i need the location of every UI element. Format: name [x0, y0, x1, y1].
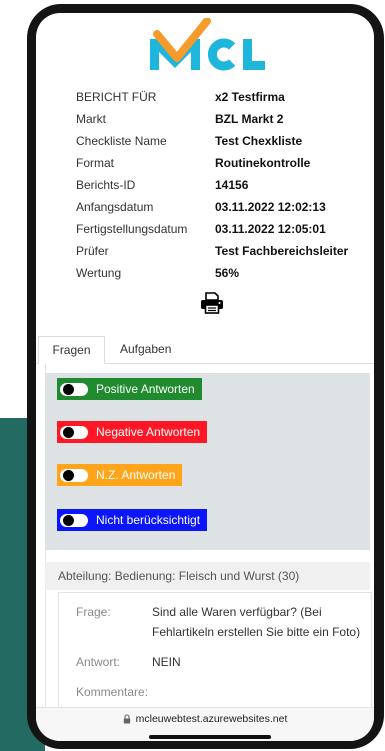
- report-row-bericht-fuer: BERICHT FÜR x2 Testfirma: [76, 86, 366, 108]
- mcl-logo: [150, 18, 265, 71]
- report-label: Fertigstellungsdatum: [76, 222, 188, 236]
- report-value: 56%: [215, 266, 240, 280]
- answer-label: Antwort:: [76, 655, 121, 669]
- report-value: Routinekontrolle: [215, 156, 311, 170]
- lock-icon: [123, 714, 130, 724]
- question-text: Sind alle Waren verfügbar? (Bei Fehlarti…: [152, 605, 361, 639]
- report-label: BERICHT FÜR: [76, 90, 157, 104]
- toggle-knob: [63, 383, 74, 395]
- filter-nicht-beruecksichtigt[interactable]: Nicht berücksichtigt: [57, 509, 208, 531]
- report-value: 03.11.2022 12:02:13: [215, 200, 326, 214]
- filter-negative-antworten[interactable]: Negative Antworten: [57, 421, 208, 443]
- toggle-knob: [63, 426, 74, 438]
- report-label: Format: [76, 156, 115, 170]
- report-value: Test Fachbereichsleiter: [215, 244, 349, 258]
- answer-value: NEIN: [152, 655, 181, 669]
- report-value: x2 Testfirma: [215, 90, 285, 104]
- report-label: Berichts-ID: [76, 178, 136, 192]
- report-value: Test Chexkliste: [215, 134, 303, 148]
- toggle-switch[interactable]: [60, 382, 88, 396]
- tab-bar: Fragen Aufgaben: [36, 336, 374, 364]
- report-row-checkliste-name: Checkliste Name Test Chexkliste: [76, 130, 366, 152]
- section-header[interactable]: Abteilung: Bedienung: Fleisch und Wurst …: [45, 562, 370, 590]
- report-row-format: Format Routinekontrolle: [76, 152, 366, 174]
- report-label: Markt: [76, 112, 106, 126]
- url-text: mcleuwebtest.azurewebsites.net: [135, 713, 288, 725]
- filter-nz-antworten[interactable]: N.Z. Antworten: [57, 464, 183, 486]
- filter-label: Positive Antworten: [96, 382, 195, 396]
- filter-positive-antworten[interactable]: Positive Antworten: [57, 378, 202, 400]
- report-row-wertung: Wertung 56%: [76, 262, 366, 284]
- filter-label: N.Z. Antworten: [96, 468, 176, 482]
- report-value: BZL Markt 2: [215, 112, 284, 126]
- phone-screen: BERICHT FÜR x2 Testfirma Markt BZL Markt…: [36, 13, 374, 741]
- filter-label: Nicht berücksichtigt: [96, 513, 201, 527]
- printer-icon[interactable]: [200, 292, 224, 314]
- report-label: Anfangsdatum: [76, 200, 154, 214]
- toggle-switch[interactable]: [60, 425, 88, 439]
- report-row-pruefer: Prüfer Test Fachbereichsleiter: [76, 240, 366, 262]
- filter-label: Negative Antworten: [96, 425, 201, 439]
- report-row-berichts-id: Berichts-ID 14156: [76, 174, 366, 196]
- report-value: 14156: [215, 178, 249, 192]
- tab-fragen[interactable]: Fragen: [38, 336, 105, 364]
- toggle-knob: [63, 469, 74, 481]
- toggle-switch[interactable]: [60, 513, 88, 527]
- question-label: Frage:: [76, 605, 111, 619]
- browser-address-bar[interactable]: mcleuwebtest.azurewebsites.net: [36, 707, 374, 741]
- url-row[interactable]: mcleuwebtest.azurewebsites.net: [36, 712, 374, 726]
- home-indicator[interactable]: [149, 735, 271, 739]
- report-value: 03.11.2022 12:05:01: [215, 222, 326, 236]
- report-label: Checkliste Name: [76, 134, 167, 148]
- report-label: Wertung: [76, 266, 122, 280]
- report-info-table: BERICHT FÜR x2 Testfirma Markt BZL Markt…: [76, 86, 366, 284]
- report-row-anfangsdatum: Anfangsdatum 03.11.2022 12:02:13: [76, 196, 366, 218]
- report-row-fertigstellungsdatum: Fertigstellungsdatum 03.11.2022 12:05:01: [76, 218, 366, 240]
- tab-aufgaben[interactable]: Aufgaben: [105, 336, 186, 363]
- report-label: Prüfer: [76, 244, 109, 258]
- toggle-switch[interactable]: [60, 468, 88, 482]
- toggle-knob: [63, 514, 74, 526]
- comments-label: Kommentare:: [76, 685, 149, 699]
- report-row-markt: Markt BZL Markt 2: [76, 108, 366, 130]
